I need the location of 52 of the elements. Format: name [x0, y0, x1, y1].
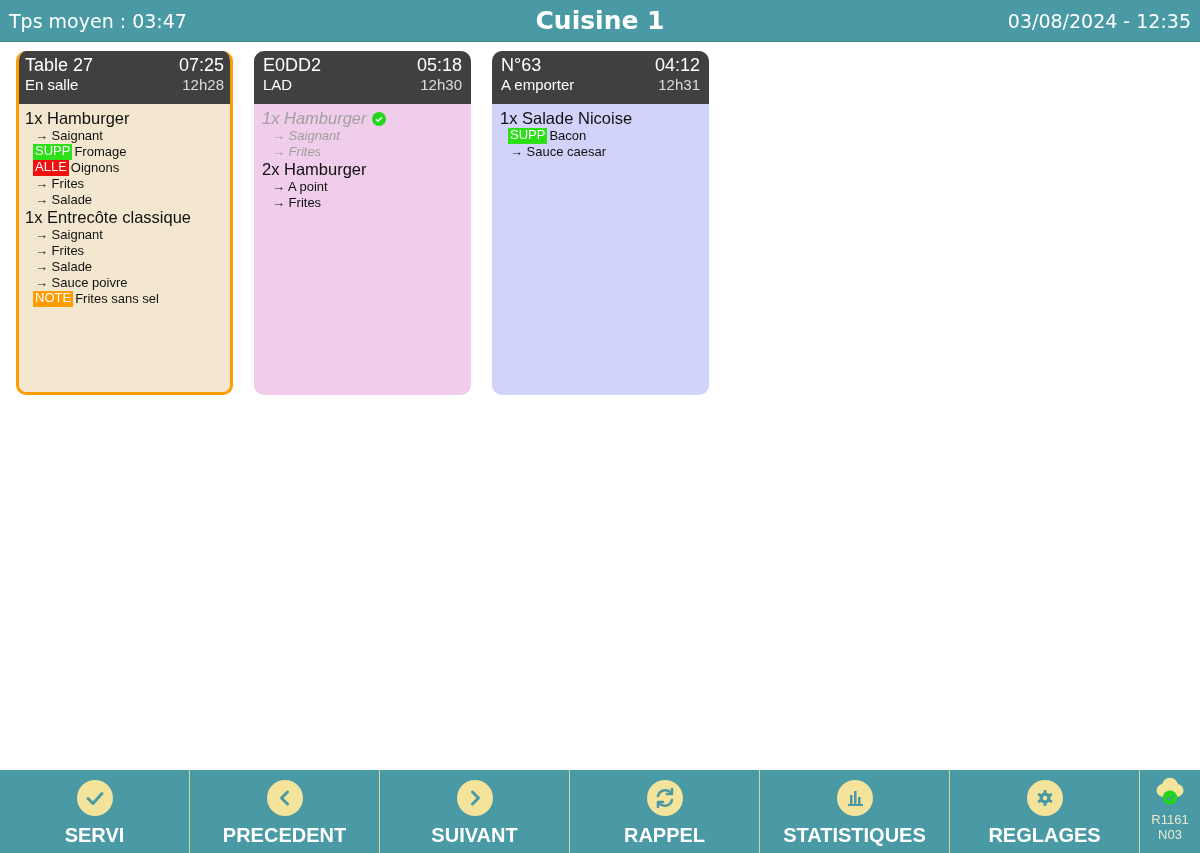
order-name: N°63: [501, 55, 542, 76]
item-name: 1x Hamburger: [262, 109, 367, 128]
screen-title: Cuisine 1: [535, 6, 665, 35]
order-time: 12h31: [658, 76, 700, 93]
elapsed-timer: 05:18: [416, 55, 462, 76]
option-text: → A point: [272, 179, 328, 195]
option-text: → Salade: [35, 259, 93, 275]
order-mode: A emporter: [501, 76, 575, 93]
order-card[interactable]: Table 27 07:25 En salle 12h28 1x Hamburger → Saignant SUPP Fromage ALLE Oignons → Frites → Salade 1x Entrecôte classique → Saignant → Frites → Salade → Sauce poivre NOTE Frites sans sel: [16, 51, 233, 395]
option-text: → Sauce caesar: [510, 144, 607, 160]
item-name: 1x Hamburger: [25, 109, 130, 128]
elapsed-timer: 07:25: [178, 55, 224, 76]
average-time: Tps moyen : 03:47: [9, 9, 188, 32]
check-icon: [371, 111, 386, 126]
chevron-left-icon: [266, 780, 303, 816]
option-text: → Saignant: [35, 227, 103, 243]
tag-label: ALLE: [33, 160, 69, 176]
option-text: → Frites: [35, 243, 85, 259]
order-time: 12h28: [182, 76, 224, 93]
chevron-right-icon: [456, 780, 493, 816]
device-code: R1161: [1151, 812, 1189, 827]
elapsed-timer: 04:12: [654, 55, 700, 76]
tag-label: SUPP: [508, 128, 548, 144]
item-name: 2x Hamburger: [262, 160, 367, 179]
order-time: 12h30: [420, 76, 462, 93]
order-name: E0DD2: [263, 55, 322, 76]
settings-icon: [1026, 780, 1063, 816]
option-text: → Saignant: [272, 128, 340, 144]
date-time: 03/08/2024 - 12:35: [1006, 9, 1191, 32]
order-mode: En salle: [25, 76, 79, 93]
option-text: → Sauce poivre: [35, 275, 128, 291]
item-name: 1x Entrecôte classique: [25, 208, 191, 227]
order-card[interactable]: N°63 04:12 A emporter 12h31 1x Salade Nicoise SUPP Bacon → Sauce caesar: [492, 51, 709, 395]
modifier-text: Bacon: [549, 128, 587, 144]
option-text: → Frites: [272, 195, 322, 211]
order-card[interactable]: E0DD2 05:18 LAD 12h30 1x Hamburger → Saignant → Frites 2x Hamburger → A point → Frites: [254, 51, 471, 395]
order-mode: LAD: [263, 76, 293, 93]
item-name: 1x Salade Nicoise: [500, 109, 633, 128]
check-icon: [76, 780, 113, 816]
device-code: N03: [1158, 827, 1182, 842]
option-text: → Saignant: [35, 128, 103, 144]
option-text: → Salade: [35, 192, 93, 208]
modifier-text: Oignons: [70, 160, 120, 176]
tag-label: SUPP: [33, 144, 73, 160]
option-text: → Frites: [272, 144, 322, 160]
tag-label: NOTE: [33, 291, 74, 307]
modifier-text: Frites sans sel: [75, 291, 159, 307]
order-name: Table 27: [25, 55, 94, 76]
refresh-icon: [646, 780, 683, 816]
bar-chart-icon: [836, 780, 873, 816]
modifier-text: Fromage: [74, 144, 127, 160]
option-text: → Frites: [35, 176, 85, 192]
